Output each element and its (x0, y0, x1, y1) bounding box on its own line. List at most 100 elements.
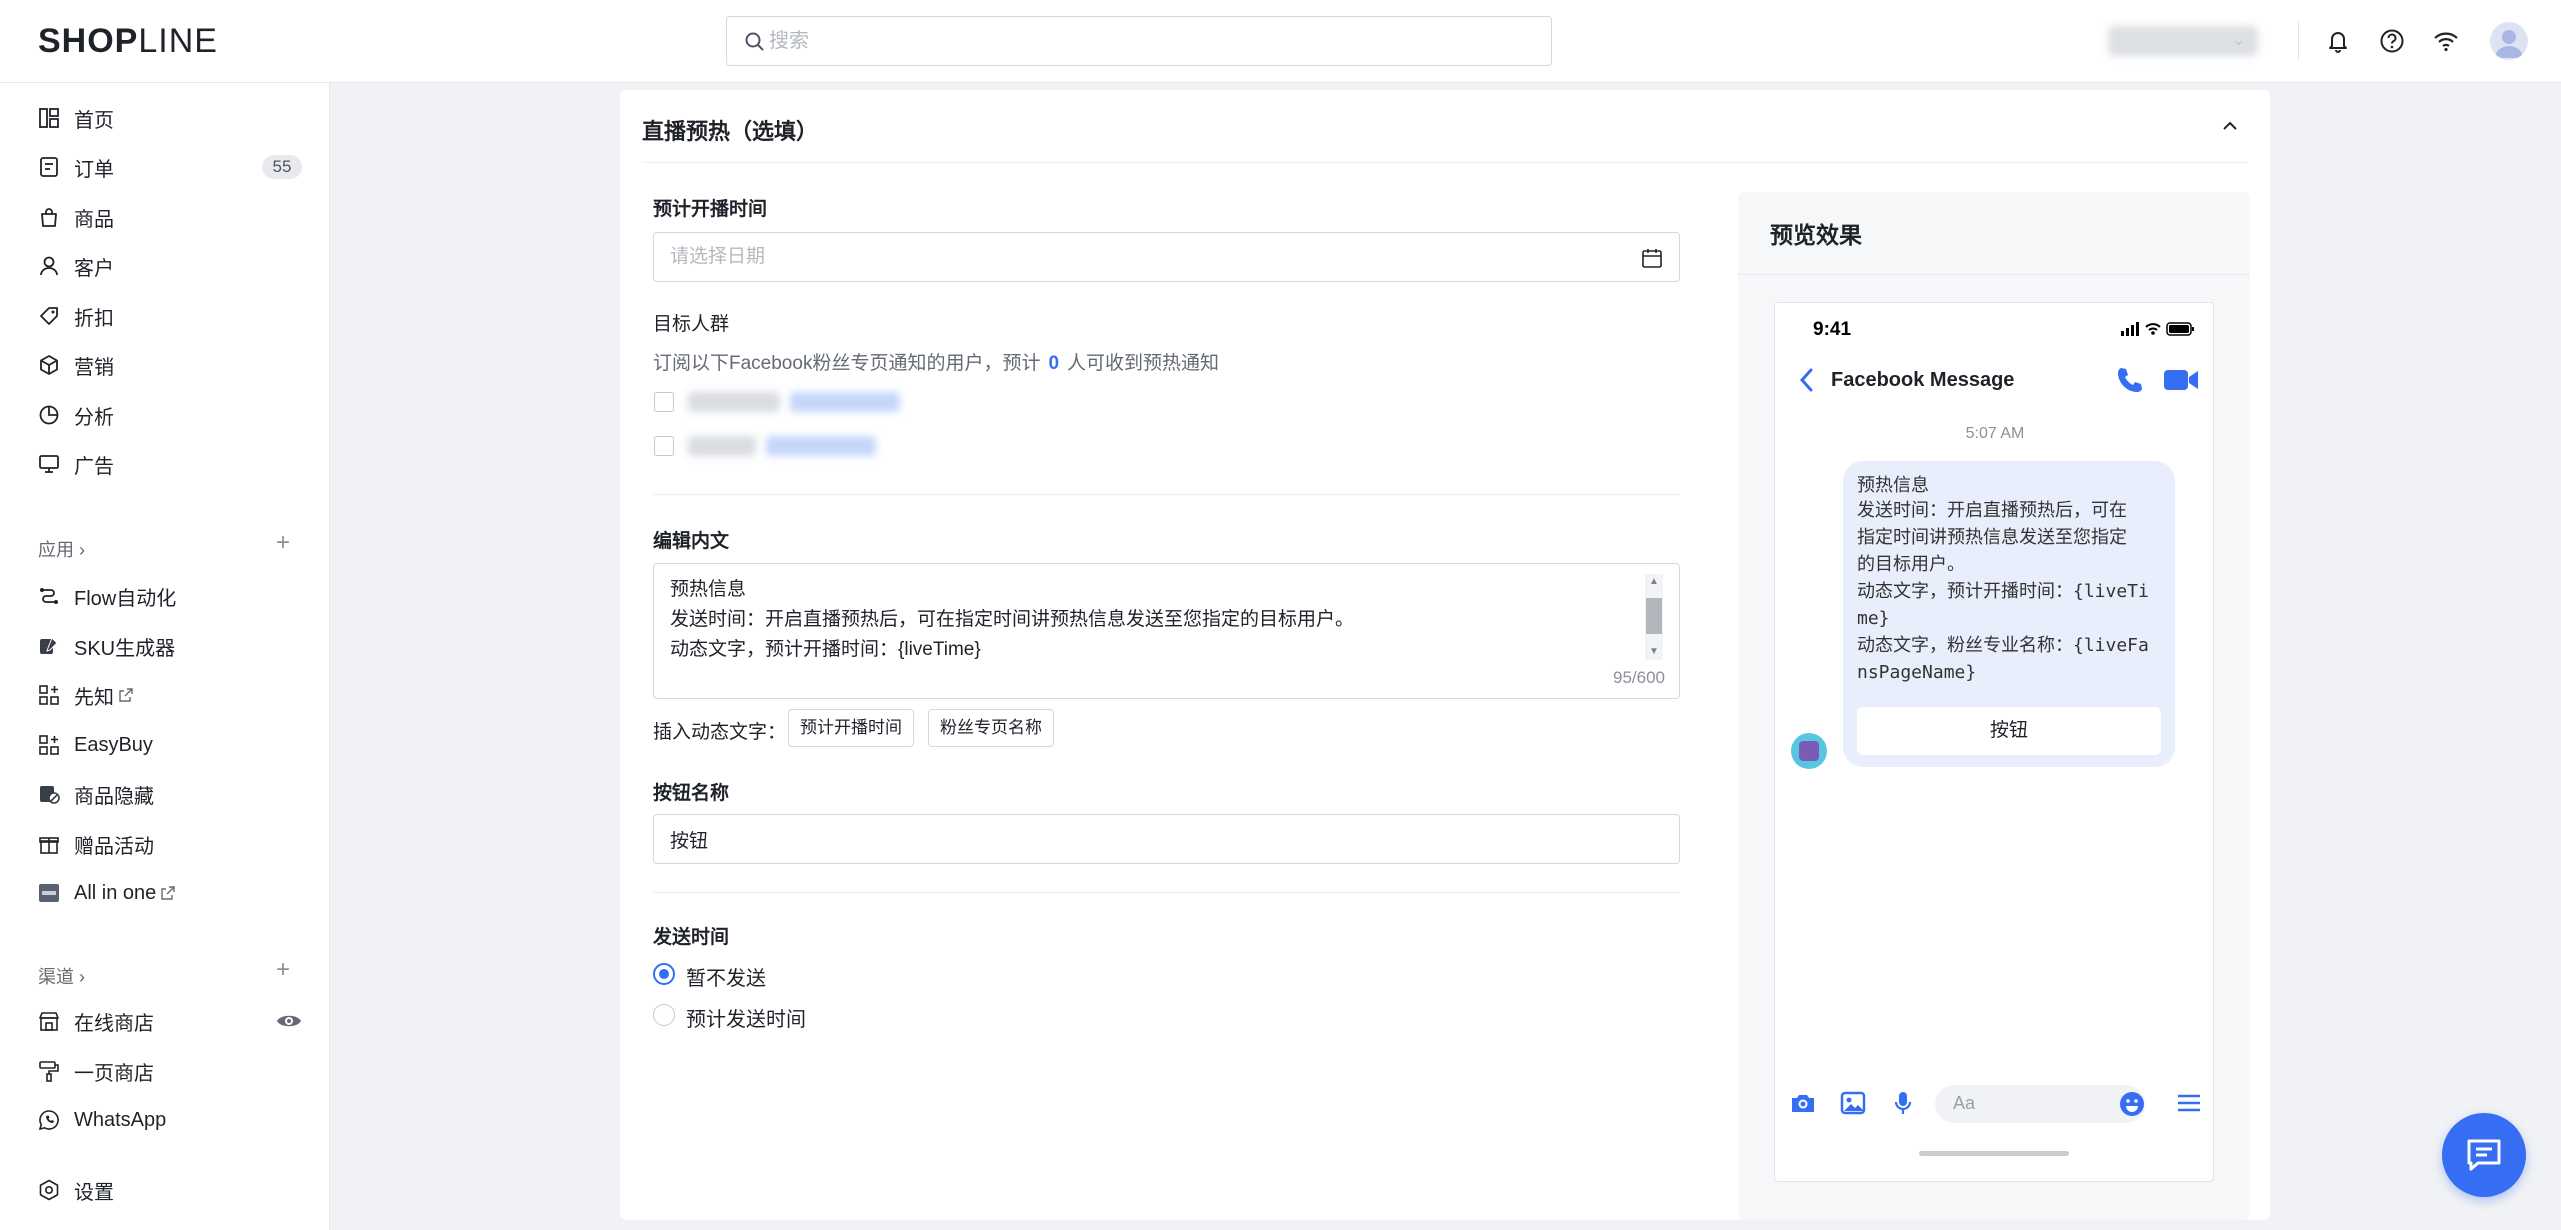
menu-icon[interactable] (2175, 1089, 2203, 1117)
eye-icon[interactable] (276, 1009, 302, 1033)
insert-dynamic-label: 插入动态文字： (653, 722, 787, 743)
sidebar-item-products[interactable]: 商品 (38, 197, 302, 237)
sidebar-item-discounts[interactable]: 折扣 (38, 296, 302, 336)
audience-page-link-1[interactable] (790, 392, 900, 412)
preview-panel: 预览效果 9:41 Facebook Message 5:07 AM 预热信息 … (1738, 192, 2250, 1220)
audience-page-link-2[interactable] (766, 436, 876, 456)
apps-grid-icon (39, 735, 59, 755)
phone-call-icon[interactable] (2115, 365, 2145, 395)
search-input[interactable] (769, 25, 1529, 57)
add-app-plus-icon[interactable]: + (276, 529, 290, 557)
sidebar-item-label: 客户 (74, 257, 114, 280)
channels-section-title[interactable]: 渠道 › (38, 963, 85, 989)
help-icon[interactable] (2378, 27, 2406, 55)
audience-count: 0 (1048, 353, 1060, 374)
sidebar-item-label: SKU生成器 (74, 637, 176, 660)
user-avatar[interactable] (2490, 22, 2528, 60)
shopline-logo[interactable]: SHOPLINE (38, 22, 218, 61)
sidebar-item-marketing[interactable]: 营销 (38, 345, 302, 385)
sidebar-item-prophet[interactable]: 先知 (38, 675, 302, 715)
external-link-icon (119, 688, 133, 702)
chat-support-button[interactable] (2442, 1113, 2526, 1197)
message-line: 动态文字，粉丝专业名称：{liveFa (1857, 635, 2149, 656)
insert-page-name-button[interactable]: 粉丝专页名称 (928, 709, 1054, 747)
sidebar-item-label: 营销 (74, 356, 114, 379)
message-line: nsPageName} (1857, 662, 1977, 683)
sidebar-item-online-store[interactable]: 在线商店 (38, 1001, 302, 1041)
sidebar-item-home[interactable]: 首页 (38, 98, 302, 138)
sku-generator-icon (40, 637, 58, 654)
message-body-textarea[interactable]: 预热信息 发送时间：开启直播预热后，可在指定时间讲预热信息发送至您指定的目标用户… (653, 563, 1680, 699)
sidebar-item-settings[interactable]: 设置 (38, 1170, 302, 1210)
schedule-send-radio[interactable] (653, 1004, 675, 1026)
schedule-send-label[interactable]: 预计发送时间 (686, 1003, 806, 1032)
sidebar-item-customers[interactable]: 客户 (38, 246, 302, 286)
insert-schedule-time-button[interactable]: 预计开播时间 (788, 709, 914, 747)
chat-icon (2467, 1139, 2501, 1171)
user-icon (40, 256, 58, 276)
char-counter: 95/600 (1613, 668, 1665, 687)
camera-icon[interactable] (1789, 1089, 1817, 1117)
sidebar-item-label: EasyBuy (74, 733, 153, 756)
sidebar-item-label: Flow自动化 (74, 587, 177, 610)
message-cta-button[interactable]: 按钮 (1857, 707, 2161, 755)
back-arrow-icon[interactable] (1797, 367, 1817, 393)
button-name-input[interactable] (670, 824, 1610, 854)
chevron-down-icon[interactable]: ⌄ (2232, 30, 2245, 50)
bell-icon[interactable] (2324, 27, 2352, 55)
sidebar-item-label: 首页 (74, 109, 114, 132)
sidebar-item-easybuy[interactable]: EasyBuy (38, 725, 302, 765)
sidebar-item-sku[interactable]: SKU生成器 (38, 626, 302, 666)
sidebar-item-analytics[interactable]: 分析 (38, 395, 302, 435)
schedule-date-picker[interactable] (653, 232, 1680, 282)
status-bar-icons (2121, 322, 2194, 336)
audience-checkbox-1[interactable] (654, 392, 674, 412)
audience-hint: 订阅以下Facebook粉丝专页通知的用户，预计 0 人可收到预热通知 (653, 353, 1220, 374)
phone-clock: 9:41 (1813, 319, 1852, 340)
audience-page-name-1 (688, 392, 780, 412)
sidebar-item-label: 赠品活动 (74, 835, 154, 858)
gift-icon (39, 837, 59, 854)
video-call-icon[interactable] (2163, 367, 2199, 393)
calendar-icon[interactable] (1641, 247, 1663, 269)
sidebar-item-hide-products[interactable]: 商品隐藏 (38, 774, 302, 814)
emoji-icon[interactable] (2119, 1091, 2145, 1117)
sidebar-item-one-page-store[interactable]: 一页商店 (38, 1051, 302, 1091)
audience-label: 目标人群 (653, 314, 730, 335)
sidebar-item-label: 设置 (74, 1181, 114, 1204)
message-bubble: 预热信息 发送时间：开启直播预热后，可在 指定时间讲预热信息发送至您指定 的目标… (1843, 461, 2175, 767)
search-box[interactable] (726, 16, 1552, 66)
audience-checkbox-2[interactable] (654, 436, 674, 456)
sidebar-item-label: 商品 (74, 208, 114, 231)
sidebar-item-whatsapp[interactable]: WhatsApp (38, 1100, 302, 1140)
sidebar-item-label: WhatsApp (74, 1108, 167, 1131)
textarea-scrollbar[interactable]: ▲ ▼ (1645, 574, 1663, 660)
preview-divider (1738, 274, 2250, 275)
sidebar-item-ads[interactable]: 广告 (38, 444, 302, 484)
microphone-icon[interactable] (1889, 1089, 1917, 1117)
sidebar-item-flow[interactable]: Flow自动化 (38, 576, 302, 616)
sidebar-item-orders[interactable]: 订单 55 (38, 147, 302, 187)
form-divider (653, 494, 1680, 495)
compose-input[interactable]: Aa (1935, 1085, 2145, 1123)
send-later-label[interactable]: 暂不发送 (686, 962, 766, 991)
search-icon (745, 32, 764, 51)
button-name-label: 按钮名称 (653, 783, 730, 804)
sidebar-item-gifts[interactable]: 赠品活动 (38, 824, 302, 864)
sidebar-item-all-in-one[interactable]: All in one (38, 873, 302, 913)
message-line: 动态文字，预计开播时间：{liveTi (1857, 581, 2149, 602)
schedule-date-input[interactable] (670, 242, 1610, 272)
sidebar-item-label: 商品隐藏 (74, 785, 154, 808)
message-line: me} (1857, 608, 1890, 629)
audience-page-name-2 (688, 436, 756, 456)
photo-icon[interactable] (1839, 1089, 1867, 1117)
button-name-field[interactable] (653, 814, 1680, 864)
chevron-up-icon[interactable] (2218, 114, 2242, 138)
wifi-icon[interactable] (2432, 27, 2460, 55)
send-later-radio[interactable] (653, 963, 675, 985)
product-bag-icon (41, 208, 57, 227)
monitor-icon (39, 455, 59, 473)
external-link-icon (161, 886, 175, 900)
add-channel-plus-icon[interactable]: + (276, 956, 290, 984)
apps-section-title[interactable]: 应用 › (38, 536, 85, 562)
